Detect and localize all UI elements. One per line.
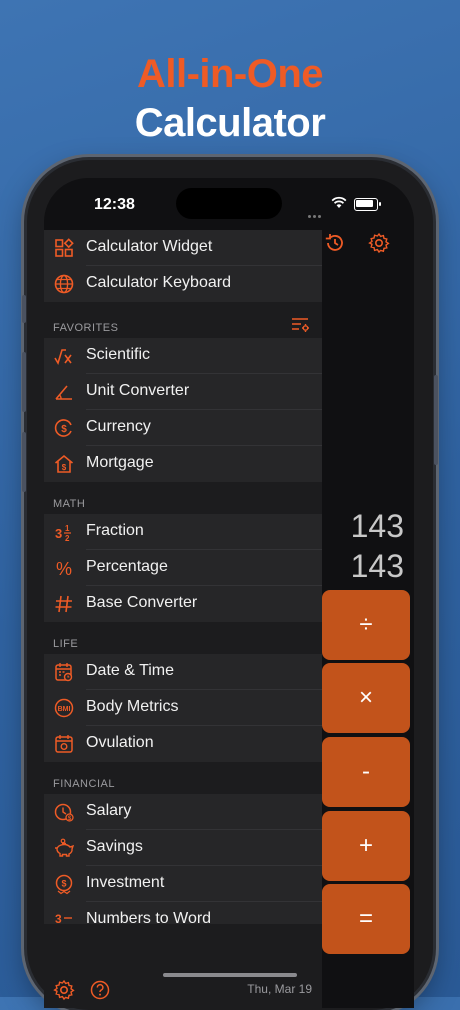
house-dollar-icon: $ (53, 453, 75, 475)
menu-label: Unit Converter (86, 382, 190, 399)
menu-label: Percentage (86, 558, 168, 575)
divide-button[interactable]: ÷ (322, 590, 410, 660)
svg-text:$: $ (61, 424, 67, 435)
display-result: 143 (350, 548, 404, 584)
menu-item-numbers-to-word[interactable]: 3 Numbers to Word (44, 902, 322, 924)
subtract-button[interactable]: - (322, 737, 410, 807)
svg-text:%: % (56, 559, 72, 579)
phone-volume-up-button (22, 352, 26, 412)
sqrt-function-icon (53, 345, 75, 367)
menu-item-salary[interactable]: $ Salary (44, 794, 322, 830)
menu-item-investment[interactable]: $ Investment (44, 866, 322, 902)
calendar-clock-icon (53, 661, 75, 683)
menu-label: Savings (86, 838, 143, 855)
dollar-circle-icon: $ (53, 417, 75, 439)
menu-label: Body Metrics (86, 698, 179, 715)
headline-accent: All-in-One (136, 52, 324, 96)
phone-mute-button (22, 295, 26, 323)
status-time: 12:38 (94, 196, 135, 213)
menu-item-base-converter[interactable]: Base Converter (44, 586, 322, 622)
menu-item-currency[interactable]: $ Currency (44, 410, 322, 446)
menu-label: Calculator Widget (86, 238, 213, 255)
menu-item-scientific[interactable]: Scientific (44, 338, 322, 374)
menu-label: Date & Time (86, 662, 175, 679)
multiply-button[interactable]: × (322, 663, 410, 733)
phone-screen: 12:38 143 143 ÷ × - + = Calculator Widge… (44, 178, 414, 1008)
menu-item-fraction[interactable]: 312 Fraction (44, 514, 322, 550)
menu-item-calculator-widget[interactable]: Calculator Widget (44, 230, 322, 266)
help-question-icon[interactable] (89, 979, 111, 1001)
menu-label: Numbers to Word (86, 910, 212, 924)
hash-icon (53, 593, 75, 615)
equals-button[interactable]: = (322, 884, 410, 954)
menu-label: Mortgage (86, 454, 154, 471)
percent-icon: % (53, 557, 75, 579)
svg-text:BMI: BMI (58, 706, 71, 713)
section-header-life: LIFE (53, 638, 79, 650)
display-expression: 143 (350, 508, 404, 544)
menu-settings-gear-icon[interactable] (53, 979, 75, 1001)
menu-label: Scientific (86, 346, 151, 363)
calendar-heart-icon (53, 733, 75, 755)
signal-dots-icon (308, 205, 326, 218)
menu-item-body-metrics[interactable]: BMI Body Metrics (44, 690, 322, 726)
section-header-favorites: FAVORITES (53, 322, 119, 334)
widget-grid-icon (53, 237, 75, 259)
menu-item-ovulation[interactable]: Ovulation (44, 726, 322, 762)
wifi-icon (331, 196, 347, 209)
menu-item-unit-converter[interactable]: Unit Converter (44, 374, 322, 410)
menu-item-savings[interactable]: Savings (44, 830, 322, 866)
svg-text:3: 3 (55, 912, 62, 924)
menu-label: Salary (86, 802, 132, 819)
dynamic-island (176, 188, 282, 219)
battery-icon (354, 198, 381, 211)
svg-text:$: $ (61, 879, 66, 889)
menu-label: Base Converter (86, 594, 198, 611)
menu-label: Ovulation (86, 734, 154, 751)
menu-item-percentage[interactable]: % Percentage (44, 550, 322, 586)
phone-power-button (434, 375, 438, 465)
side-menu: Calculator Widget Calculator Keyboard FA… (44, 230, 322, 1008)
section-header-financial: FINANCIAL (53, 778, 115, 790)
footer-date: Thu, Mar 19 (247, 982, 312, 996)
edit-favorites-icon[interactable] (290, 316, 312, 334)
menu-item-calculator-keyboard[interactable]: Calculator Keyboard (44, 266, 322, 302)
numbers-word-icon: 3 (53, 909, 75, 924)
svg-text:2: 2 (65, 534, 70, 543)
home-indicator[interactable] (163, 973, 297, 977)
globe-icon (53, 273, 75, 295)
svg-text:1: 1 (65, 524, 70, 533)
menu-item-date-time[interactable]: Date & Time (44, 654, 322, 690)
investment-icon: $ (53, 873, 75, 895)
salary-clock-icon: $ (53, 801, 75, 823)
menu-label: Calculator Keyboard (86, 274, 231, 291)
headline-title: Calculator (134, 101, 326, 145)
svg-text:3: 3 (55, 526, 62, 541)
add-button[interactable]: + (322, 811, 410, 881)
menu-label: Fraction (86, 522, 144, 539)
piggy-bank-icon (53, 837, 75, 859)
phone-volume-down-button (22, 432, 26, 492)
menu-label: Investment (86, 874, 165, 891)
svg-text:$: $ (62, 463, 67, 472)
bmi-icon: BMI (53, 697, 75, 719)
settings-gear-icon[interactable] (368, 232, 390, 254)
angle-ruler-icon (53, 381, 75, 403)
history-icon[interactable] (324, 232, 346, 254)
fraction-icon: 312 (53, 521, 75, 543)
section-header-math: MATH (53, 498, 86, 510)
menu-label: Currency (86, 418, 151, 435)
menu-item-mortgage[interactable]: $ Mortgage (44, 446, 322, 482)
